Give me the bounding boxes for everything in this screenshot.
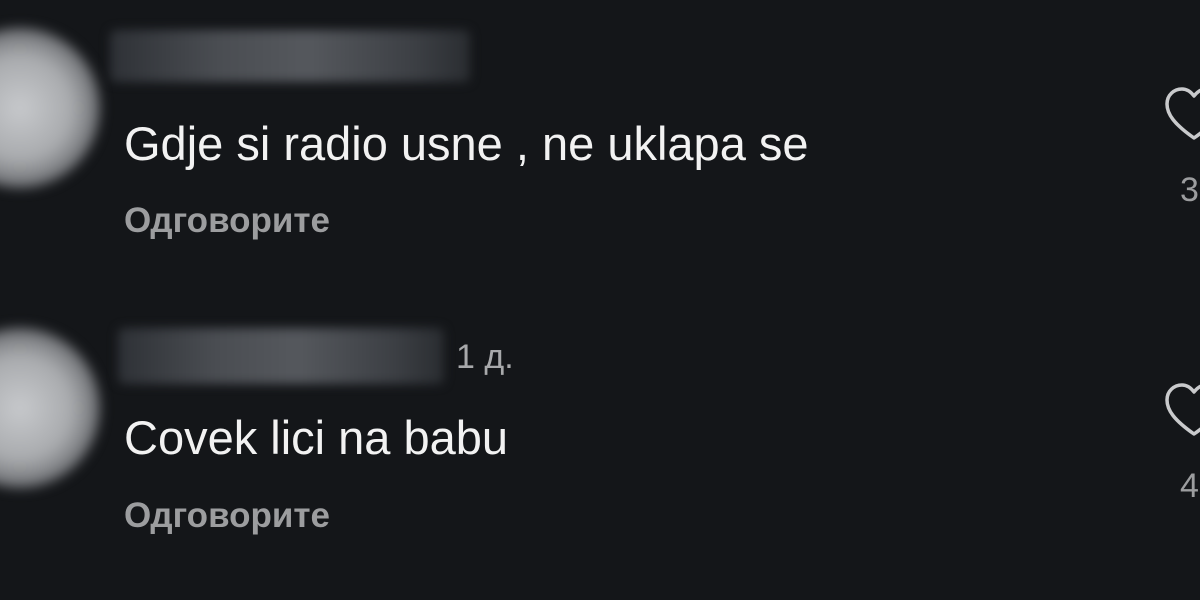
avatar[interactable] xyxy=(0,328,100,488)
comments-section: Gdje si radio usne , ne uklapa se Одгово… xyxy=(0,0,1200,600)
avatar[interactable] xyxy=(0,28,100,188)
reply-button[interactable]: Одговорите xyxy=(124,495,330,537)
comment-item: Gdje si radio usne , ne uklapa se Одгово… xyxy=(0,0,1200,300)
comment-text: Covek lici na babu xyxy=(124,411,509,464)
username-blurred[interactable] xyxy=(118,328,444,384)
heart-icon[interactable] xyxy=(1164,86,1200,146)
username-blurred[interactable] xyxy=(110,30,470,82)
like-count: 4 xyxy=(1180,467,1199,505)
comment-item: 1 д. Covek lici na babu Одговорите 4 xyxy=(0,300,1200,600)
comment-timestamp: 1 д. xyxy=(456,338,514,376)
comment-text: Gdje si radio usne , ne uklapa se xyxy=(124,117,809,170)
like-count: 3 xyxy=(1180,171,1199,209)
reply-button[interactable]: Одговорите xyxy=(124,200,330,242)
heart-icon[interactable] xyxy=(1164,382,1200,442)
